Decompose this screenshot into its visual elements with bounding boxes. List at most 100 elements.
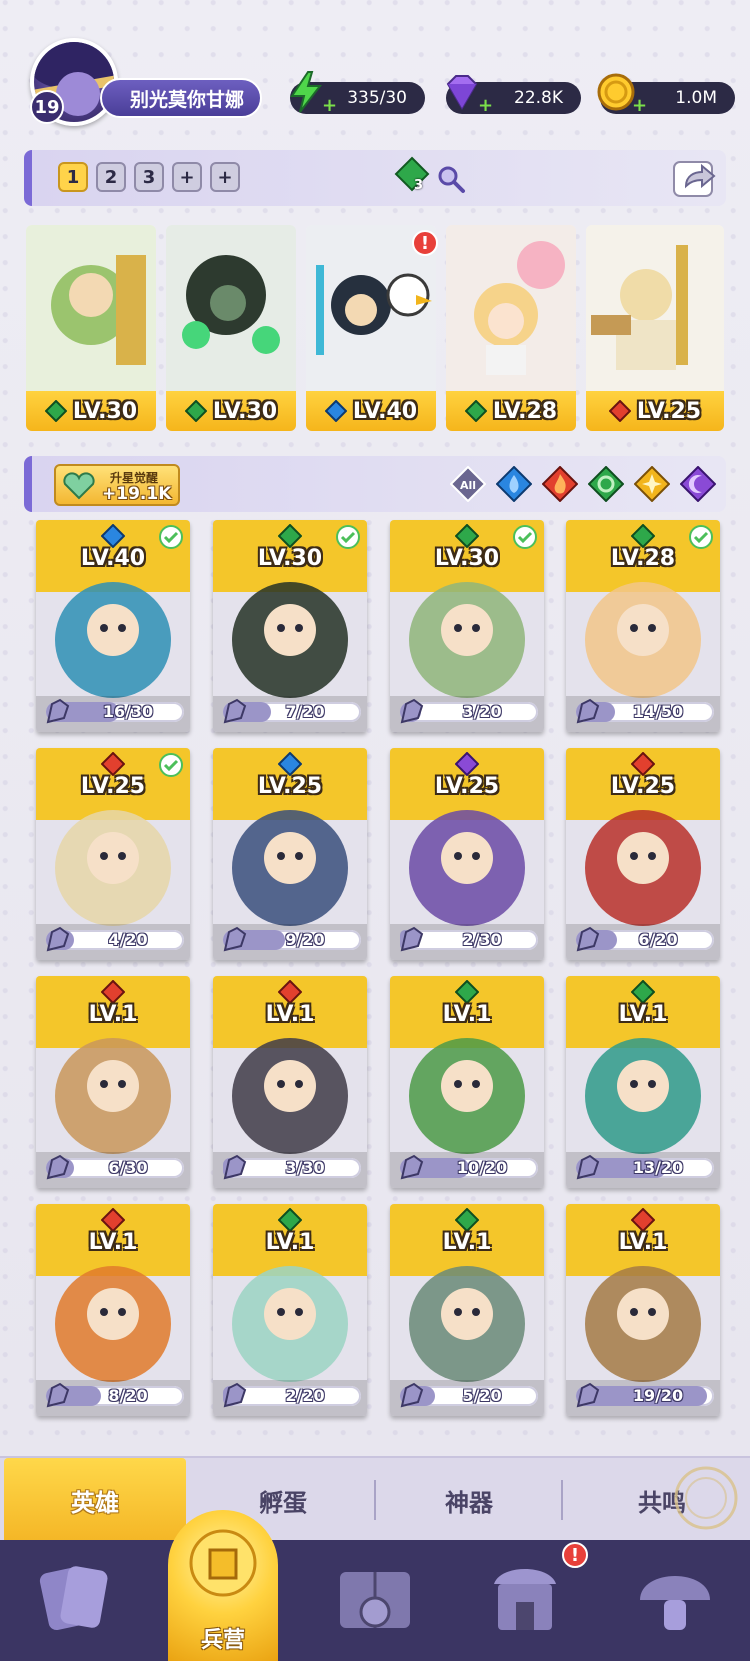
hero-level: LV.1 (618, 1002, 668, 1027)
hero-card[interactable]: LV.1 3/30 (213, 976, 367, 1188)
filter-bar: 升星觉醒 +19.1K All (24, 456, 726, 512)
hero-shard-progress: 6/30 (46, 1154, 184, 1180)
hero-card[interactable]: LV.1 6/30 (36, 976, 190, 1188)
hero-card[interactable]: LV.25 9/20 (213, 748, 367, 960)
hero-card[interactable]: LV.25 4/20 (36, 748, 190, 960)
heart-icon (63, 472, 95, 500)
hero-card[interactable]: LV.25 6/20 (566, 748, 720, 960)
shard-icon (46, 926, 70, 952)
share-icon[interactable] (672, 156, 718, 200)
hero-shard-count: 6/30 (108, 1158, 148, 1177)
filter-nature-icon[interactable] (588, 466, 624, 502)
hero-shard-progress: 5/20 (400, 1382, 538, 1408)
hero-level: LV.1 (88, 1002, 138, 1027)
team-hero-card-1[interactable]: LV.30 (26, 225, 156, 431)
team-slot-add-1[interactable]: + (172, 162, 202, 192)
nature-element-icon (44, 399, 68, 423)
hero-shard-progress: 19/20 (576, 1382, 714, 1408)
team-hero-card-5[interactable]: LV.25 (586, 225, 724, 431)
hero-level: LV.28 (610, 546, 676, 571)
team-hero-card-4[interactable]: LV.28 (446, 225, 576, 431)
hero-card[interactable]: LV.30 7/20 (213, 520, 367, 732)
hero-shard-count: 10/20 (456, 1158, 508, 1177)
hero-level: LV.25 (257, 774, 323, 799)
filter-all-chip[interactable]: All (450, 466, 486, 502)
fire-element-icon (278, 980, 302, 1004)
temple-icon[interactable] (480, 1554, 570, 1644)
tab-heroes[interactable]: 英雄 (4, 1458, 186, 1542)
hero-shard-count: 13/20 (632, 1158, 684, 1177)
hero-shard-count: 8/20 (108, 1386, 148, 1405)
filter-water-icon[interactable] (496, 466, 532, 502)
hero-card[interactable]: LV.1 5/20 (390, 1204, 544, 1416)
dark-element-icon (455, 752, 479, 776)
hero-card[interactable]: LV.28 14/50 (566, 520, 720, 732)
sub-tab-bar: 英雄 孵蛋 神器 共鸣 (0, 1456, 750, 1542)
shard-icon (46, 698, 70, 724)
hero-card[interactable]: LV.1 13/20 (566, 976, 720, 1188)
energy-plus-icon[interactable]: + (322, 97, 338, 115)
hero-level: LV.1 (442, 1230, 492, 1255)
filter-light-icon[interactable] (634, 466, 670, 502)
shard-icon (223, 698, 247, 724)
team-hero-card-3[interactable]: LV.40 (306, 225, 436, 431)
team-slot-1[interactable]: 1 (58, 162, 88, 192)
shard-icon (46, 1382, 70, 1408)
team-hero-level: LV.40 (352, 398, 418, 424)
mushroom-icon[interactable] (630, 1554, 720, 1644)
nature-element-icon (631, 980, 655, 1004)
tab-artifact[interactable]: 神器 (376, 1458, 562, 1542)
team-hero-portrait (166, 225, 296, 395)
nature-element-icon (631, 524, 655, 548)
hero-level: LV.25 (80, 774, 146, 799)
team-hero-level-bar: LV.28 (446, 391, 576, 431)
radar-ring-icon[interactable] (670, 1462, 742, 1534)
team-element-badge-icon[interactable] (394, 156, 430, 200)
cards-icon[interactable] (30, 1554, 120, 1644)
team-hero-level-bar: LV.25 (586, 391, 724, 431)
team-slot-2[interactable]: 2 (96, 162, 126, 192)
hero-shard-progress: 2/30 (400, 926, 538, 952)
shard-icon (400, 926, 424, 952)
team-slot-add-2[interactable]: + (210, 162, 240, 192)
player-name: 别光莫你甘娜 (130, 88, 245, 111)
hero-card[interactable]: LV.40 16/30 (36, 520, 190, 732)
hero-card[interactable]: LV.1 2/20 (213, 1204, 367, 1416)
team-hero-card-2[interactable]: LV.30 (166, 225, 296, 431)
gem-plus-icon[interactable]: + (478, 97, 494, 115)
hero-shard-progress: 14/50 (576, 698, 714, 724)
map-book-icon[interactable] (330, 1554, 420, 1644)
hero-level: LV.25 (610, 774, 676, 799)
hero-card[interactable]: LV.1 10/20 (390, 976, 544, 1188)
barracks-icon (189, 1529, 257, 1597)
nature-element-icon (184, 399, 208, 423)
fire-element-icon (101, 1208, 125, 1232)
hero-card[interactable]: LV.25 2/30 (390, 748, 544, 960)
magnifier-icon[interactable] (436, 164, 466, 194)
fire-element-icon (101, 752, 125, 776)
player-name-plate[interactable]: 别光莫你甘娜 (100, 78, 262, 118)
hero-card[interactable]: LV.1 19/20 (566, 1204, 720, 1416)
player-level-badge: 19 (30, 90, 64, 124)
top-bar: 别光莫你甘娜 19 335/30 + 22.8K + 1.0M + (0, 0, 750, 140)
awaken-button[interactable]: 升星觉醒 +19.1K (54, 464, 180, 506)
hero-shard-count: 3/30 (285, 1158, 325, 1177)
hero-shard-progress: 8/20 (46, 1382, 184, 1408)
hero-card[interactable]: LV.1 8/20 (36, 1204, 190, 1416)
hero-shard-count: 14/50 (632, 702, 684, 721)
energy-value: 335/30 (347, 88, 407, 108)
shard-icon (400, 1382, 424, 1408)
hero-card[interactable]: LV.30 3/20 (390, 520, 544, 732)
gold-value: 1.0M (675, 88, 717, 108)
fire-element-icon (101, 980, 125, 1004)
filter-fire-icon[interactable] (542, 466, 578, 502)
gem-value: 22.8K (514, 88, 563, 108)
hero-shard-count: 16/30 (102, 702, 154, 721)
team-slot-3[interactable]: 3 (134, 162, 164, 192)
nature-element-icon (464, 399, 488, 423)
hero-level: LV.40 (80, 546, 146, 571)
team-hero-portrait (586, 225, 724, 395)
nature-element-icon (278, 524, 302, 548)
filter-dark-icon[interactable] (680, 466, 716, 502)
gold-plus-icon[interactable]: + (632, 97, 648, 115)
